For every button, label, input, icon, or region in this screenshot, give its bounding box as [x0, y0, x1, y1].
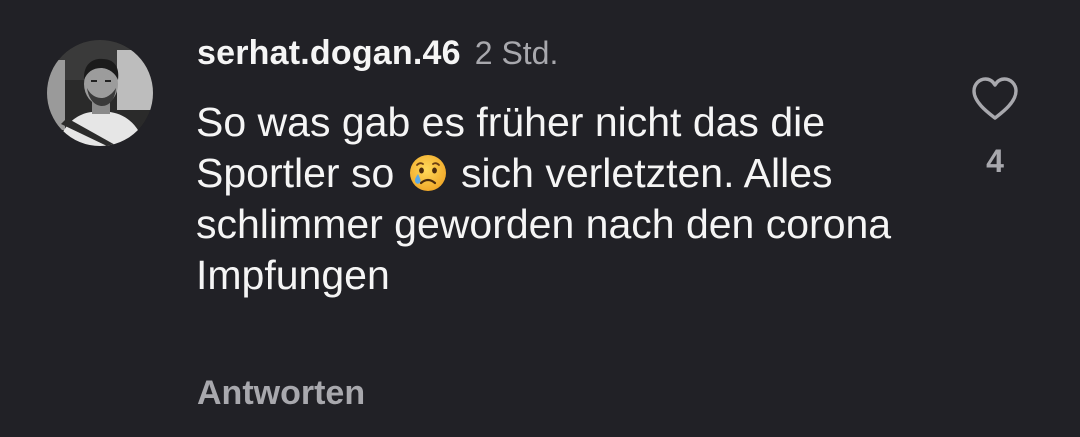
reply-button[interactable]: Antworten [197, 374, 365, 413]
comment-header: serhat.dogan.46 2 Std. [197, 34, 558, 78]
avatar-photo [47, 40, 153, 146]
comment-text: So was gab es früher nicht das die Sport… [196, 97, 896, 301]
avatar[interactable] [47, 40, 153, 146]
username[interactable]: serhat.dogan.46 [197, 34, 461, 73]
timestamp: 2 Std. [474, 35, 559, 71]
comment: serhat.dogan.46 2 Std. So was gab es frü… [0, 0, 1080, 437]
heart-outline-icon [972, 77, 1018, 120]
like-count: 4 [986, 143, 1004, 179]
like-button[interactable] [970, 75, 1020, 123]
crying-face-emoji-icon [408, 153, 448, 193]
